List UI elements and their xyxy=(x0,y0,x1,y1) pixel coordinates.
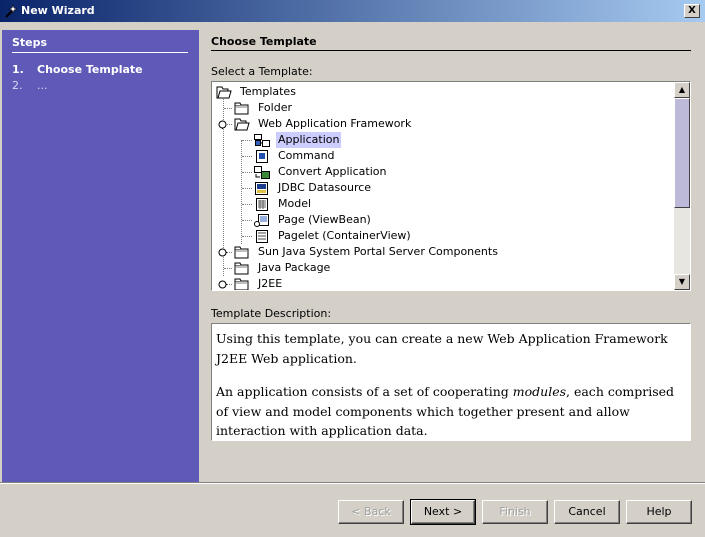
tree-item[interactable]: Application xyxy=(254,132,342,148)
tree-item-label: Pagelet (ContainerView) xyxy=(278,229,411,242)
tree-item-label: J2EE xyxy=(258,277,283,290)
collapsed-handle-icon[interactable] xyxy=(218,248,227,257)
select-template-label: Select a Template: xyxy=(211,65,313,78)
step-label: Choose Template xyxy=(37,63,143,76)
tree-item-label: Templates xyxy=(240,85,296,98)
arrow-down-icon: ▼ xyxy=(678,277,686,286)
close-button[interactable]: X xyxy=(684,4,700,18)
template-description-label: Template Description: xyxy=(211,307,332,320)
steps-pane: Steps 1. Choose Template 2.... xyxy=(2,30,199,482)
title-bar: New Wizard X xyxy=(0,0,705,22)
tree-item-label: Application xyxy=(276,132,342,148)
step-item-next: 2.... xyxy=(12,79,48,92)
help-button[interactable]: Help xyxy=(626,500,692,524)
tree-item[interactable]: Convert Application xyxy=(254,164,388,180)
cancel-button[interactable]: Cancel xyxy=(554,500,620,524)
button-separator xyxy=(0,482,705,484)
tree-item[interactable]: Page (ViewBean) xyxy=(254,212,373,228)
convert-icon xyxy=(254,165,270,179)
collapsed-handle-icon[interactable] xyxy=(218,280,227,289)
datasource-icon xyxy=(254,181,270,195)
pagelet-icon xyxy=(254,229,270,243)
close-icon: X xyxy=(688,5,696,16)
tree-item-label: Command xyxy=(278,149,335,162)
folder-icon xyxy=(234,278,250,290)
scroll-up-button[interactable]: ▲ xyxy=(674,82,690,98)
tree-item[interactable]: J2EE xyxy=(234,276,284,290)
description-paragraph-2: An application consists of a set of coop… xyxy=(216,384,675,438)
finish-button[interactable]: Finish xyxy=(482,500,548,524)
scroll-down-button[interactable]: ▼ xyxy=(674,274,690,290)
model-icon xyxy=(254,197,270,211)
tree-item-label: Java Package xyxy=(258,261,331,274)
tree-scrollbar[interactable]: ▲ ▼ xyxy=(674,82,690,290)
tree-item[interactable]: Model xyxy=(254,196,313,212)
tree-item[interactable]: Folder xyxy=(234,100,294,116)
expanded-handle-icon[interactable] xyxy=(218,120,227,129)
tree-item[interactable]: Command xyxy=(254,148,337,164)
wizard-icon xyxy=(5,4,18,18)
step-number: 1. xyxy=(12,63,24,76)
template-tree[interactable]: Templates Folder Web Application Framework… xyxy=(211,81,691,291)
folder-icon xyxy=(234,246,250,259)
folder-icon xyxy=(234,262,250,275)
folder-icon xyxy=(234,102,250,115)
folder-open-icon xyxy=(216,86,232,99)
tree-item[interactable]: Sun Java System Portal Server Components xyxy=(234,244,500,260)
steps-heading: Steps xyxy=(12,36,188,53)
back-button[interactable]: < Back xyxy=(338,500,404,524)
tree-item-label: Web Application Framework xyxy=(258,117,412,130)
tree-item-label: Model xyxy=(278,197,312,210)
step-label: ... xyxy=(37,79,48,92)
page-icon xyxy=(254,213,270,227)
tree-item[interactable]: JDBC Datasource xyxy=(254,180,373,196)
tree-item-label: Convert Application xyxy=(278,165,387,178)
tree-item[interactable]: Templates xyxy=(216,84,298,100)
page-title: Choose Template xyxy=(211,35,691,51)
folder-open-icon xyxy=(234,118,250,131)
tree-item[interactable]: Web Application Framework xyxy=(234,116,413,132)
modules-term: modules xyxy=(512,384,567,399)
application-icon xyxy=(254,133,270,147)
tree-item[interactable]: Java Package xyxy=(234,260,332,276)
tree-item-label: Folder xyxy=(258,101,292,114)
window-title: New Wizard xyxy=(21,4,95,17)
next-button[interactable]: Next > xyxy=(410,499,476,525)
command-icon xyxy=(254,149,270,163)
tree-rows: Templates Folder Web Application Framework… xyxy=(212,82,674,290)
template-description-box: Using this template, you can create a ne… xyxy=(211,323,691,441)
tree-item-label: Page (ViewBean) xyxy=(278,213,371,226)
tree-item[interactable]: Pagelet (ContainerView) xyxy=(254,228,413,244)
step-number: 2. xyxy=(12,79,23,92)
description-paragraph-1: Using this template, you can create a ne… xyxy=(216,331,668,366)
step-item-choose-template: 1. Choose Template xyxy=(12,63,143,76)
arrow-up-icon: ▲ xyxy=(678,85,686,94)
tree-item-label: Sun Java System Portal Server Components xyxy=(258,245,498,258)
tree-item-label: JDBC Datasource xyxy=(278,181,372,194)
scroll-thumb[interactable] xyxy=(674,98,690,208)
